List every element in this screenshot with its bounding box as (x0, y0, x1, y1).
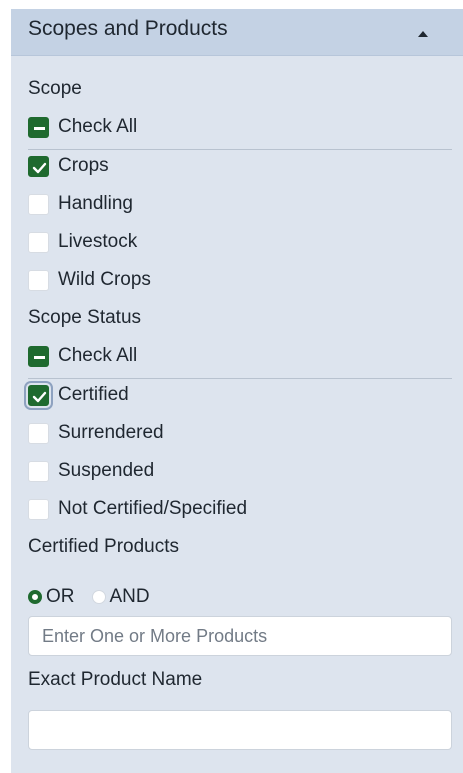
checkbox-label: Handling (58, 193, 133, 214)
logic-radio-group: OR AND (28, 585, 167, 609)
checkbox-label: Livestock (58, 231, 138, 252)
checkbox-label: Not Certified/Specified (58, 498, 248, 519)
handling-checkbox[interactable] (28, 193, 49, 215)
radio-and-button[interactable] (91, 590, 106, 604)
products-input[interactable] (28, 616, 452, 656)
check-all-label: Check All (58, 116, 138, 137)
checkbox-label: Certified (58, 384, 129, 405)
radio-or[interactable]: OR (28, 585, 75, 609)
status-option-suspended[interactable]: Suspended (28, 458, 154, 484)
checkmark-icon (32, 162, 47, 173)
checkbox-label: Wild Crops (58, 269, 151, 290)
divider (28, 378, 452, 379)
certified-products-label: Certified Products (28, 536, 180, 557)
scopes-products-panel: Scopes and Products Scope Check All Crop… (11, 9, 463, 773)
radio-and[interactable]: AND (91, 585, 150, 609)
scope-status-label: Scope Status (28, 307, 142, 328)
checkbox-label: Suspended (58, 460, 155, 481)
suspended-checkbox[interactable] (28, 460, 49, 482)
checkbox-label: Surrendered (58, 422, 164, 443)
not-certified-checkbox[interactable] (28, 498, 49, 520)
checkbox-label: Crops (58, 155, 109, 176)
scope-option-crops[interactable]: Crops (28, 153, 109, 179)
exact-product-input[interactable] (28, 710, 452, 750)
scope-check-all[interactable]: Check All (28, 114, 137, 140)
divider (28, 149, 452, 150)
status-option-certified[interactable]: Certified (28, 382, 129, 408)
radio-label: OR (46, 586, 75, 607)
scope-option-livestock[interactable]: Livestock (28, 229, 137, 255)
surrendered-checkbox[interactable] (28, 422, 49, 444)
check-all-checkbox[interactable] (28, 116, 49, 138)
crops-checkbox[interactable] (28, 155, 49, 177)
triangle-up-icon (418, 31, 428, 37)
status-option-surrendered[interactable]: Surrendered (28, 420, 164, 446)
radio-or-button[interactable] (28, 590, 42, 604)
collapse-button[interactable] (411, 21, 435, 45)
scope-label: Scope (28, 78, 82, 99)
scope-status-check-all[interactable]: Check All (28, 343, 137, 369)
certified-checkbox[interactable] (28, 384, 49, 406)
livestock-checkbox[interactable] (28, 231, 49, 253)
panel-header[interactable]: Scopes and Products (11, 9, 463, 56)
scope-option-handling[interactable]: Handling (28, 191, 133, 217)
radio-label: AND (109, 586, 150, 607)
minus-icon (34, 355, 45, 359)
exact-product-label: Exact Product Name (28, 669, 203, 690)
check-all-checkbox[interactable] (28, 345, 49, 367)
wild-crops-checkbox[interactable] (28, 269, 49, 291)
status-option-not-certified[interactable]: Not Certified/Specified (28, 496, 247, 522)
minus-icon (34, 126, 45, 130)
check-all-label: Check All (58, 345, 138, 366)
scope-option-wild-crops[interactable]: Wild Crops (28, 267, 151, 293)
checkmark-icon (32, 391, 47, 402)
panel-title: Scopes and Products (28, 17, 228, 40)
